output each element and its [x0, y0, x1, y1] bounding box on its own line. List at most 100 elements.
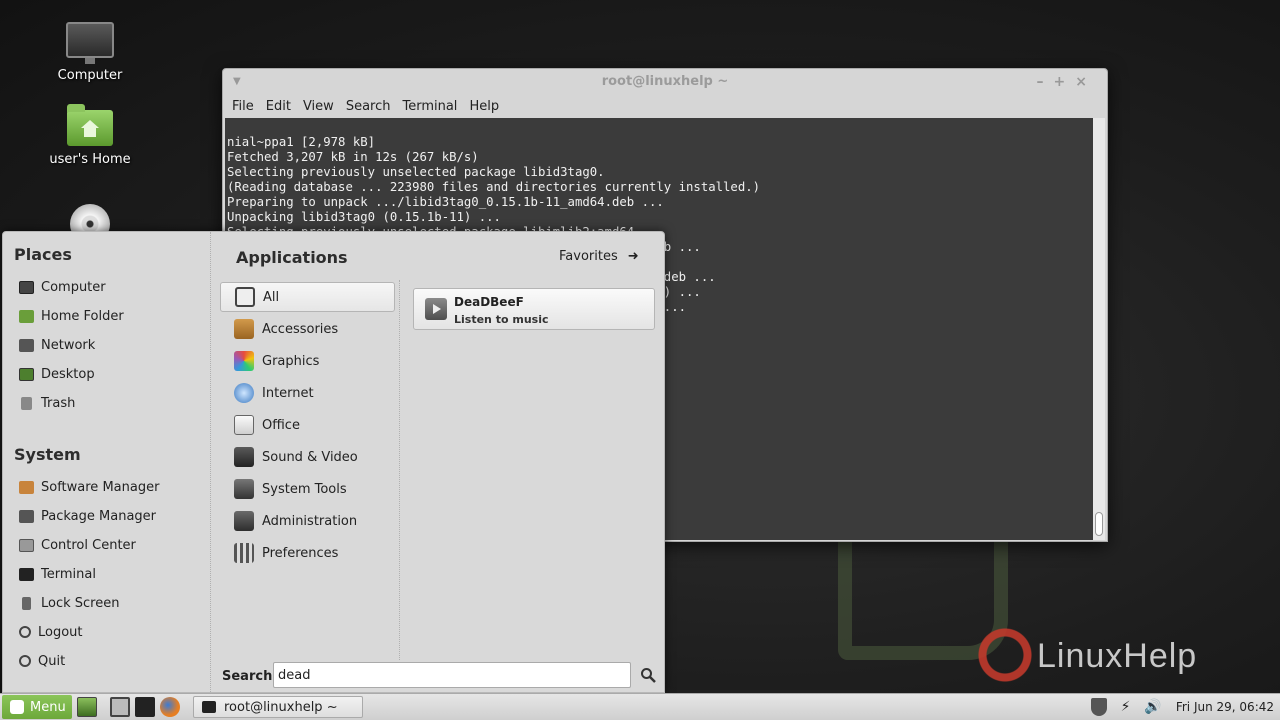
search-label: Search: — [222, 669, 278, 684]
package-manager-icon — [19, 509, 34, 523]
menu-left-column: Places Computer Home Folder Network Desk… — [3, 232, 211, 692]
internet-icon — [234, 383, 254, 403]
system-item-label: Lock Screen — [41, 595, 120, 611]
all-icon — [235, 287, 255, 307]
system-item-terminal[interactable]: Terminal — [19, 563, 96, 585]
desktop-home-icon[interactable]: user's Home — [30, 104, 150, 167]
favorites-button[interactable]: Favorites ➜ — [559, 249, 639, 264]
menu-search[interactable]: Search — [346, 99, 391, 114]
category-administration[interactable]: Administration — [220, 506, 395, 536]
terminal-titlebar[interactable]: ▼ root@linuxhelp ~ –+× — [223, 69, 1107, 95]
places-item-computer[interactable]: Computer — [19, 276, 106, 298]
system-item-quit[interactable]: Quit — [19, 650, 65, 672]
category-graphics[interactable]: Graphics — [220, 346, 395, 376]
system-item-software-manager[interactable]: Software Manager — [19, 476, 159, 498]
category-accessories[interactable]: Accessories — [220, 314, 395, 344]
terminal-line: Unpacking libid3tag0 (0.15.1b-11) ... — [227, 210, 501, 224]
terminal-line: Fetched 3,207 kB in 12s (267 kB/s) — [227, 150, 479, 164]
system-item-label: Logout — [38, 624, 83, 640]
trash-icon — [21, 396, 32, 410]
menu-file[interactable]: File — [232, 99, 254, 114]
terminal-line: Selecting previously unselected package … — [227, 165, 605, 179]
system-tray: ⚡ 🔊 Fri Jun 29, 06:42 — [1090, 694, 1274, 720]
system-item-package-manager[interactable]: Package Manager — [19, 505, 156, 527]
volume-icon[interactable]: 🔊 — [1144, 699, 1161, 715]
places-item-label: Trash — [41, 395, 76, 411]
menu-button[interactable]: Menu — [2, 695, 72, 719]
scrollbar-thumb[interactable] — [1095, 512, 1103, 536]
places-item-network[interactable]: Network — [19, 334, 95, 356]
terminal-line: Preparing to unpack .../libid3tag0_0.15.… — [227, 195, 664, 209]
close-icon[interactable]: × — [1075, 74, 1097, 90]
app-result-description: Listen to music — [454, 313, 549, 326]
linuxhelp-logo-icon — [975, 625, 1035, 685]
desktop-icon-label: user's Home — [49, 152, 131, 167]
system-item-label: Terminal — [41, 566, 96, 582]
maximize-icon[interactable]: + — [1054, 74, 1076, 90]
search-input[interactable] — [273, 662, 631, 688]
shield-icon[interactable] — [1090, 698, 1107, 716]
preferences-icon — [234, 543, 254, 563]
menu-terminal[interactable]: Terminal — [402, 99, 457, 114]
taskbar: Menu root@linuxhelp ~ ⚡ 🔊 Fri Jun 29, 06… — [0, 693, 1280, 720]
desktop-icon — [19, 367, 34, 381]
terminal-title: root@linuxhelp ~ — [601, 74, 729, 89]
monitor-icon — [66, 22, 114, 64]
favorites-label: Favorites — [559, 249, 618, 264]
terminal-launcher-icon[interactable] — [135, 697, 155, 717]
network-icon — [19, 338, 34, 352]
menu-edit[interactable]: Edit — [266, 99, 291, 114]
category-label: Graphics — [262, 353, 320, 369]
clock[interactable]: Fri Jun 29, 06:42 — [1176, 700, 1274, 714]
logout-icon — [19, 626, 31, 638]
window-menu-icon[interactable]: ▼ — [233, 69, 241, 95]
category-label: All — [263, 289, 280, 305]
system-title: System — [14, 445, 81, 464]
places-item-home-folder[interactable]: Home Folder — [19, 305, 124, 327]
category-office[interactable]: Office — [220, 410, 395, 440]
category-sound-video[interactable]: Sound & Video — [220, 442, 395, 472]
category-list: All Accessories Graphics Internet Office… — [220, 280, 400, 660]
network-tray-icon[interactable]: ⚡ — [1121, 699, 1131, 715]
system-item-label: Software Manager — [41, 479, 160, 495]
terminal-scrollbar[interactable] — [1093, 118, 1105, 540]
terminal-line: nial~ppa1 [2,978 kB] — [227, 135, 376, 149]
menu-help[interactable]: Help — [469, 99, 499, 114]
terminal-icon — [202, 701, 216, 713]
app-result-deadbeef[interactable]: DeaDBeeF Listen to music — [413, 288, 655, 330]
places-item-label: Desktop — [41, 366, 95, 382]
menu-view[interactable]: View — [303, 99, 334, 114]
accessories-icon — [234, 319, 254, 339]
places-item-label: Network — [41, 337, 96, 353]
category-internet[interactable]: Internet — [220, 378, 395, 408]
home-folder-icon — [67, 104, 113, 146]
firefox-icon[interactable] — [160, 697, 180, 717]
category-system-tools[interactable]: System Tools — [220, 474, 395, 504]
desktop-icon-label: Computer — [57, 68, 123, 83]
category-all[interactable]: All — [220, 282, 395, 312]
search-icon[interactable] — [640, 667, 656, 683]
control-center-icon — [19, 538, 34, 552]
system-item-control-center[interactable]: Control Center — [19, 534, 136, 556]
app-result-name: DeaDBeeF — [454, 295, 524, 309]
desktop-computer-icon[interactable]: Computer — [30, 22, 150, 83]
category-label: Administration — [262, 513, 358, 529]
file-manager-icon[interactable] — [110, 697, 130, 717]
menu-button-label: Menu — [30, 699, 66, 715]
graphics-icon — [234, 351, 254, 371]
applications-title: Applications — [236, 248, 348, 267]
system-item-label: Control Center — [41, 537, 136, 553]
lock-icon — [22, 596, 31, 610]
places-item-trash[interactable]: Trash — [19, 392, 75, 414]
category-preferences[interactable]: Preferences — [220, 538, 395, 568]
task-label: root@linuxhelp ~ — [224, 699, 338, 715]
system-item-lock-screen[interactable]: Lock Screen — [19, 592, 119, 614]
minimize-icon[interactable]: – — [1037, 74, 1054, 90]
computer-icon — [19, 280, 34, 294]
task-terminal[interactable]: root@linuxhelp ~ — [193, 696, 363, 718]
places-item-label: Home Folder — [41, 308, 124, 324]
system-item-logout[interactable]: Logout — [19, 621, 83, 643]
show-desktop-icon[interactable] — [77, 697, 97, 717]
places-item-desktop[interactable]: Desktop — [19, 363, 95, 385]
arrow-right-icon: ➜ — [627, 249, 639, 264]
